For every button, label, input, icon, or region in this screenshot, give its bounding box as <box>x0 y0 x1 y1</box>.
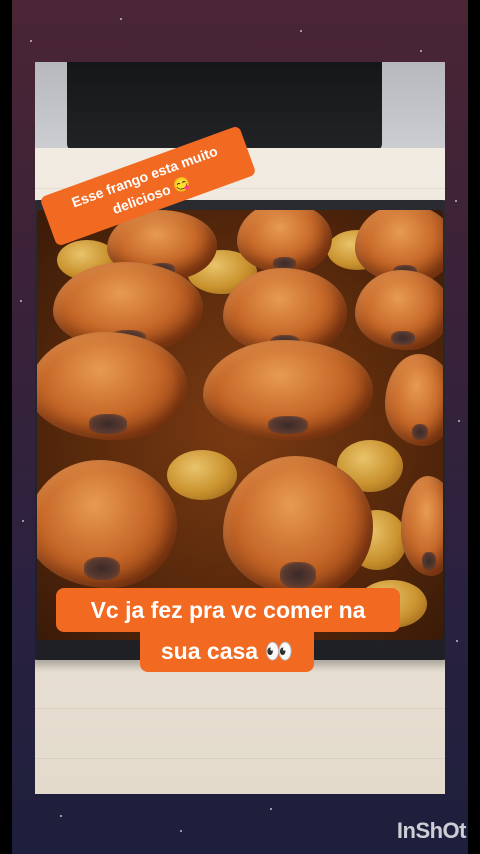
chicken-thigh <box>385 354 443 446</box>
background-star <box>458 420 460 422</box>
background-star <box>60 815 62 817</box>
potato-slice <box>167 450 237 500</box>
background-star <box>420 50 422 52</box>
chicken-thigh <box>223 456 373 596</box>
background-star <box>180 830 182 832</box>
left-letterbox <box>0 0 12 854</box>
background-star <box>300 30 302 32</box>
counter-grain <box>35 708 445 709</box>
background-star <box>20 300 22 302</box>
right-letterbox <box>468 0 480 854</box>
background-star <box>270 808 272 810</box>
background-star <box>455 200 457 202</box>
caption-bottom-line-1: Vc ja fez pra vc comer na <box>56 588 400 632</box>
roasted-chicken-and-potatoes <box>37 210 443 640</box>
chicken-thigh <box>237 210 332 274</box>
chicken-thigh <box>37 460 177 588</box>
background-star <box>30 40 32 42</box>
background-star <box>120 18 122 20</box>
inshot-watermark: InShOt <box>396 818 467 843</box>
video-frame: Esse frango esta muito delicioso 😋 Vc ja… <box>0 0 480 854</box>
counter-grain <box>35 758 445 759</box>
chicken-thigh <box>401 476 443 576</box>
caption-bottom-line-2: sua casa 👀 <box>140 630 314 672</box>
chicken-thigh <box>355 270 443 350</box>
chicken-thigh <box>203 340 373 440</box>
chicken-thigh <box>37 332 187 440</box>
background-star <box>456 640 458 642</box>
background-star <box>22 520 24 522</box>
